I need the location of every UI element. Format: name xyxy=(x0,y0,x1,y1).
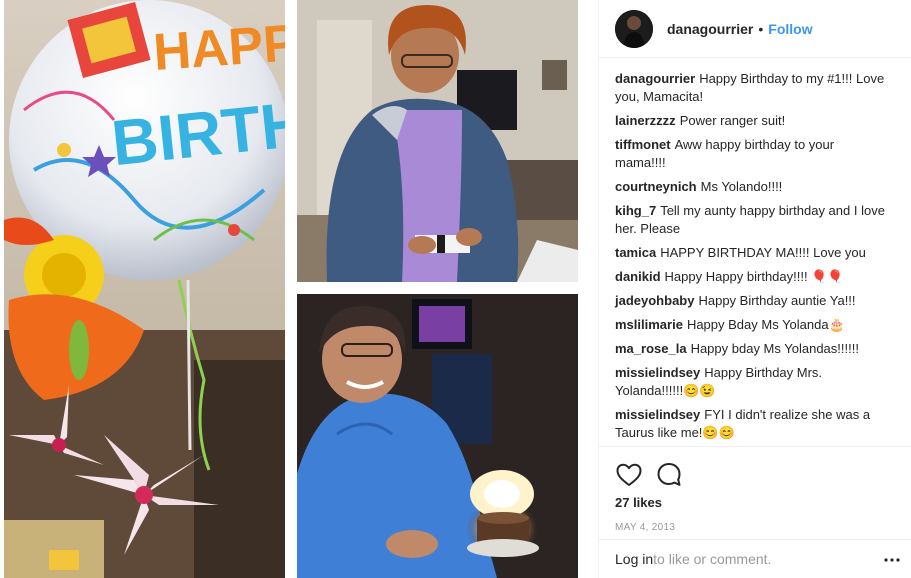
heart-icon xyxy=(616,463,642,486)
comment-username[interactable]: missielindsey xyxy=(615,407,700,422)
comment-username[interactable]: danikid xyxy=(615,269,661,284)
header-separator: • xyxy=(758,20,764,37)
login-suffix: to like or comment. xyxy=(653,551,772,567)
action-icons-row xyxy=(615,455,896,495)
likes-count[interactable]: 27 likes xyxy=(615,495,896,510)
balloon-text-happy: HAPPY xyxy=(151,12,285,82)
comment-item: courtneynich Ms Yolando!!!! xyxy=(615,178,885,196)
comment-text: Happy Bday Ms Yolanda🎂 xyxy=(686,317,845,332)
comment-item: tiffmonet Aww happy birthday to your mama… xyxy=(615,136,885,172)
comment-username[interactable]: kihg_7 xyxy=(615,203,656,218)
post-date: MAY 4, 2013 xyxy=(615,522,676,533)
like-button[interactable] xyxy=(615,461,643,489)
login-prompt: Log in to like or comment. xyxy=(599,539,911,578)
comment-bubble-icon xyxy=(657,463,681,486)
comment-text: Happy bday Ms Yolandas!!!!!! xyxy=(690,341,859,356)
photo-collage: HAPPY BIRTHDAY xyxy=(0,0,581,578)
comment-username[interactable]: jadeyohbaby xyxy=(615,293,694,308)
follow-button[interactable]: Follow xyxy=(768,21,812,37)
comment-item: jadeyohbaby Happy Birthday auntie Ya!!! xyxy=(615,292,885,310)
comment-item: kihg_7 Tell my aunty happy birthday and I… xyxy=(615,202,885,238)
photo-woman-with-cake[interactable] xyxy=(297,294,578,578)
comment-username[interactable]: ma_rose_la xyxy=(615,341,687,356)
avatar[interactable] xyxy=(615,9,653,48)
comment-username[interactable]: courtneynich xyxy=(615,179,697,194)
comment-item: danagourrier Happy Birthday to my #1!!! L… xyxy=(615,70,885,106)
comment-item: missielindsey Happy Birthday Mrs. Yolanda… xyxy=(615,364,885,400)
photo-birthday-balloon[interactable]: HAPPY BIRTHDAY xyxy=(4,0,285,578)
comment-item: mslilimarie Happy Bday Ms Yolanda🎂 xyxy=(615,316,885,334)
post-author-username[interactable]: danagourrier xyxy=(667,21,753,37)
comment-button[interactable] xyxy=(655,461,683,489)
comment-text: HAPPY BIRTHDAY MA!!!! Love you xyxy=(660,245,866,260)
birthday-balloon-image: HAPPY BIRTHDAY xyxy=(4,0,285,578)
more-options-icon xyxy=(884,558,900,562)
comment-username[interactable]: lainerzzzz xyxy=(615,113,676,128)
post-actions: 27 likes MAY 4, 2013 xyxy=(599,446,911,533)
comment-scrollbar[interactable] xyxy=(905,70,908,444)
woman-with-cake-image xyxy=(297,294,578,578)
comment-text: Happy Happy birthday!!!! 🎈🎈 xyxy=(664,269,844,284)
woman-with-gift-image xyxy=(297,0,578,282)
more-options-button[interactable] xyxy=(884,552,900,568)
comment-item: lainerzzzz Power ranger suit! xyxy=(615,112,885,130)
comment-item: ma_rose_la Happy bday Ms Yolandas!!!!!! xyxy=(615,340,885,358)
comment-username[interactable]: tamica xyxy=(615,245,656,260)
comment-list[interactable]: danagourrier Happy Birthday to my #1!!! L… xyxy=(599,70,907,444)
comment-item: tamica HAPPY BIRTHDAY MA!!!! Love you xyxy=(615,244,885,262)
post-header: danagourrier • Follow xyxy=(599,0,911,58)
comment-username[interactable]: missielindsey xyxy=(615,365,700,380)
comment-username[interactable]: mslilimarie xyxy=(615,317,683,332)
comment-text: Happy Birthday auntie Ya!!! xyxy=(698,293,856,308)
login-link[interactable]: Log in xyxy=(615,551,653,567)
comment-text: Power ranger suit! xyxy=(679,113,786,128)
photo-woman-with-gift[interactable] xyxy=(297,0,578,282)
comment-item: danikid Happy Happy birthday!!!! 🎈🎈 xyxy=(615,268,885,286)
comment-username[interactable]: tiffmonet xyxy=(615,137,671,152)
comment-item: missielindsey FYI I didn't realize she wa… xyxy=(615,406,885,442)
user-avatar-icon xyxy=(615,9,653,48)
comment-text: Ms Yolando!!!! xyxy=(700,179,783,194)
post-side-panel: danagourrier • Follow danagourrier Happy … xyxy=(598,0,911,578)
comment-username[interactable]: danagourrier xyxy=(615,71,695,86)
